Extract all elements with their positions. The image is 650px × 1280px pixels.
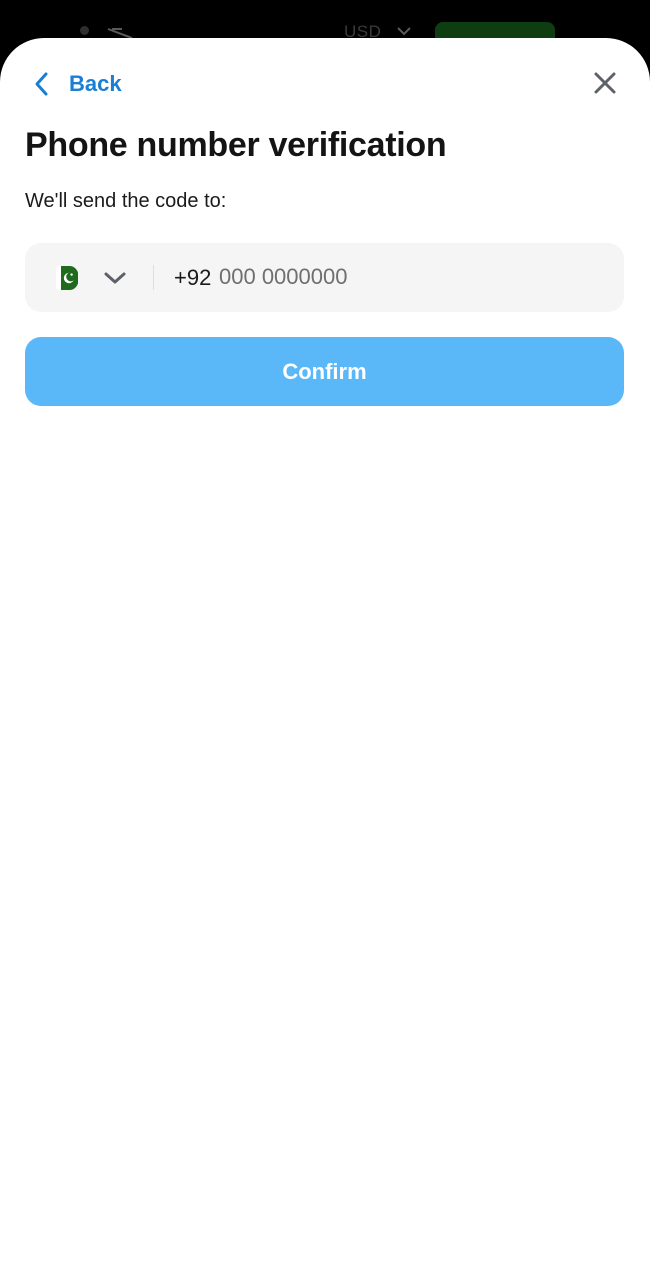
- close-button[interactable]: [588, 66, 622, 100]
- dot-icon: [80, 26, 89, 35]
- dial-code: +92: [174, 265, 212, 290]
- page-title: Phone number verification: [25, 126, 447, 164]
- confirm-button[interactable]: Confirm: [25, 337, 624, 406]
- chevron-down-icon: [397, 27, 411, 36]
- verification-sheet: Back Phone number verification We'll sen…: [0, 38, 650, 1280]
- back-label: Back: [69, 71, 122, 96]
- pakistan-flag-icon[interactable]: [56, 266, 78, 290]
- page-subtitle: We'll send the code to:: [25, 190, 227, 212]
- country-selector-chevron-down-icon[interactable]: [102, 267, 128, 289]
- chevron-left-icon: [35, 72, 48, 96]
- phone-number-field: +92: [25, 243, 624, 312]
- close-icon: [594, 72, 616, 94]
- phone-number-input[interactable]: [219, 257, 599, 297]
- back-button[interactable]: Back: [28, 64, 122, 104]
- field-divider: [153, 265, 154, 290]
